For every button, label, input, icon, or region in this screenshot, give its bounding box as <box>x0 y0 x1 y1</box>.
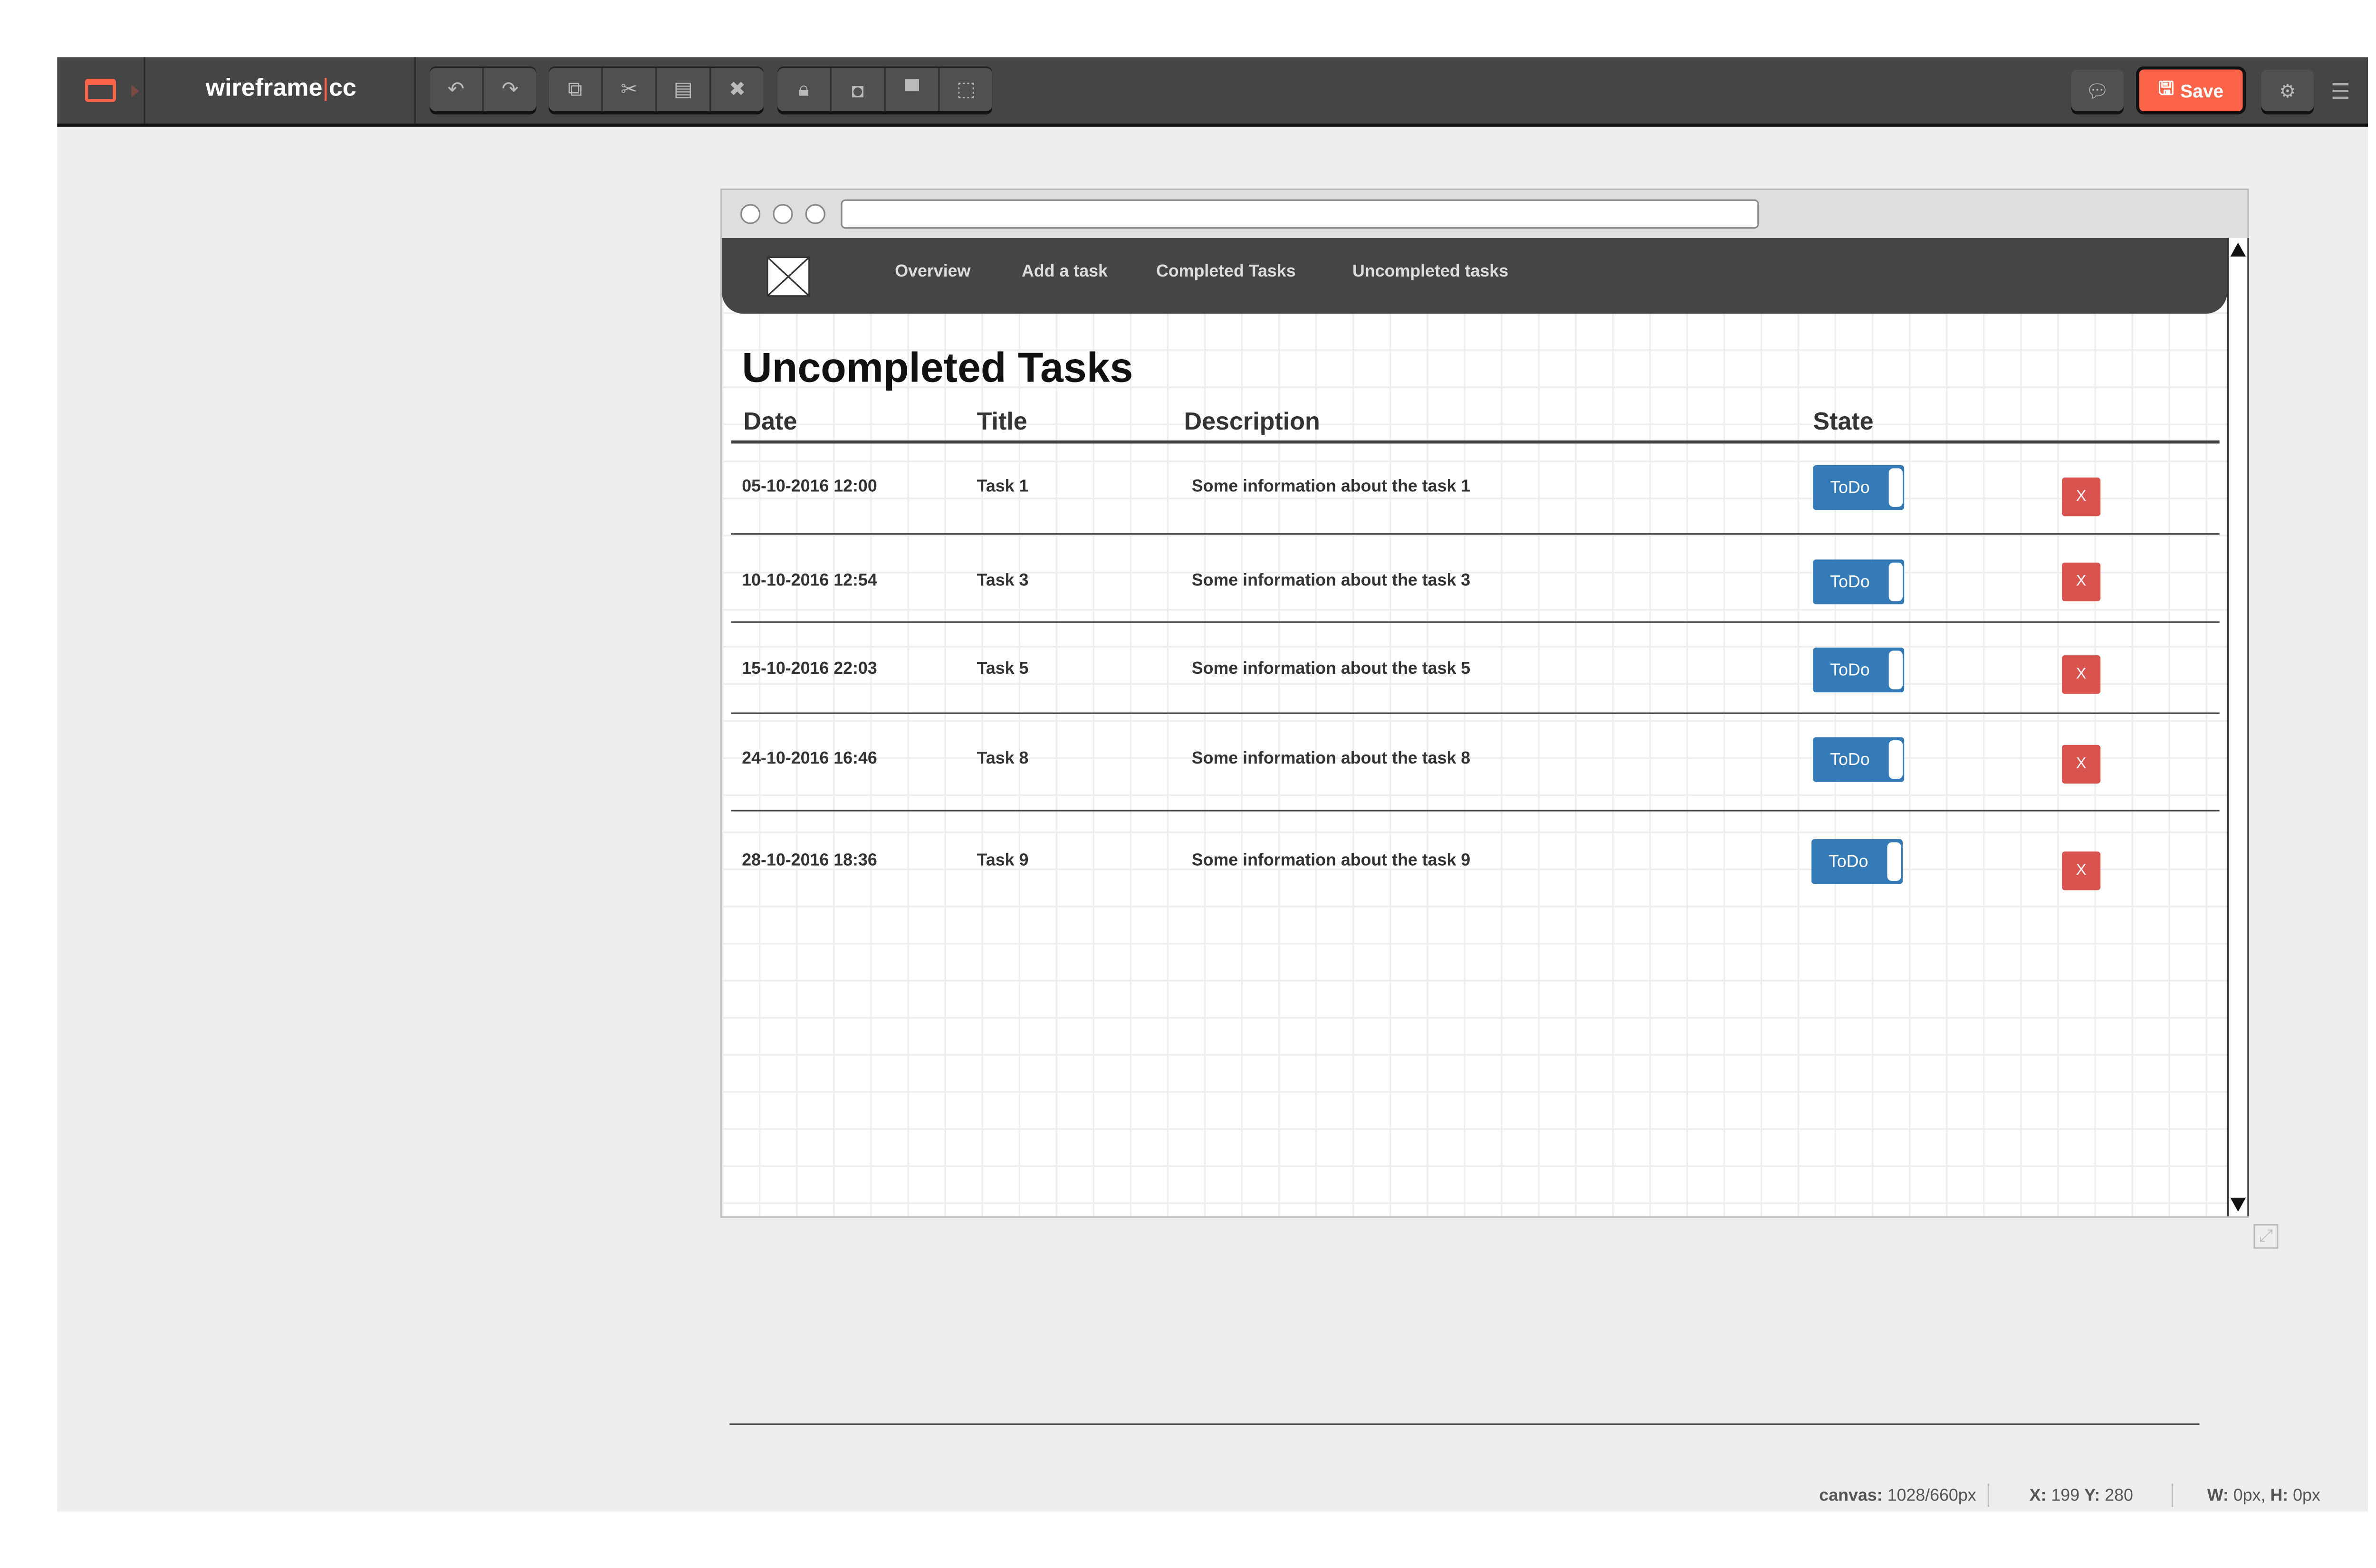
state-toggle-button[interactable]: ToDo <box>1813 737 1905 782</box>
row-divider <box>731 533 2220 535</box>
delete-task-button[interactable]: X <box>2061 745 2101 784</box>
state-toggle-button[interactable]: ToDo <box>1813 647 1905 693</box>
column-header-description: Description <box>1184 409 1320 436</box>
settings-button[interactable]: ⚙ <box>2261 69 2314 112</box>
window-dot-icon <box>740 204 761 224</box>
nav-overview[interactable]: Overview <box>895 263 970 281</box>
scroll-up-icon[interactable] <box>2230 242 2246 257</box>
nav-add-task[interactable]: Add a task <box>1022 263 1108 281</box>
send-back-icon[interactable]: ▀ <box>886 68 940 112</box>
task-title: Task 9 <box>977 851 1029 870</box>
task-date: 24-10-2016 16:46 <box>742 749 877 768</box>
menu-icon[interactable]: ☰ <box>2331 79 2350 105</box>
state-toggle-button[interactable]: ToDo <box>1813 559 1905 604</box>
task-title: Task 3 <box>977 572 1029 591</box>
top-toolbar: wireframe|cc ↶ ↷ ⧉ ✂ ▤ ✖ 🔒︎ ◘ ▀ ⬚ ☰ <box>57 57 2368 127</box>
task-title: Task 8 <box>977 749 1029 768</box>
task-title: Task 5 <box>977 660 1029 679</box>
redo-icon[interactable]: ↷ <box>484 68 537 111</box>
delete-task-button[interactable]: X <box>2061 851 2101 890</box>
wireframe-navbar: Overview Add a task Completed Tasks Unco… <box>721 238 2227 314</box>
page-title: Uncompleted Tasks <box>742 344 1133 391</box>
task-description: Some information about the task 9 <box>1191 851 1471 870</box>
wireframe-canvas[interactable]: Overview Add a task Completed Tasks Unco… <box>721 238 2227 1216</box>
task-description: Some information about the task 8 <box>1191 749 1471 768</box>
scrollbar[interactable] <box>2227 238 2249 1216</box>
delete-task-button[interactable]: X <box>2061 655 2101 694</box>
status-canvas: canvas: 1028/660px <box>1819 1487 1976 1506</box>
scroll-down-icon[interactable] <box>2230 1197 2246 1212</box>
arrange-group: 🔒︎ ◘ ▀ ⬚ <box>777 68 993 112</box>
task-date: 28-10-2016 18:36 <box>742 851 877 870</box>
status-divider <box>1987 1483 1990 1507</box>
image-placeholder-icon <box>766 256 810 297</box>
save-label: Save <box>2180 79 2224 102</box>
app-logo-icon[interactable] <box>85 78 116 102</box>
history-group: ↶ ↷ <box>430 68 537 112</box>
column-header-state: State <box>1813 409 1874 436</box>
comment-button[interactable]: 💬︎ <box>2071 69 2124 112</box>
brand-suffix: cc <box>328 76 356 102</box>
brand-main: wireframe <box>205 76 323 102</box>
state-toggle-button[interactable]: ToDo <box>1813 465 1905 510</box>
browser-titlebar <box>721 190 2248 238</box>
delete-task-button[interactable]: X <box>2061 478 2101 516</box>
status-coords: X: 199 Y: 280 <box>2029 1487 2133 1506</box>
delete-icon[interactable]: ✖ <box>711 68 764 111</box>
lock-icon[interactable]: 🔒︎ <box>777 68 832 112</box>
state-toggle-button[interactable]: ToDo <box>1811 839 1903 884</box>
row-divider <box>731 621 2220 623</box>
paste-icon[interactable]: ▤ <box>657 68 711 112</box>
bring-front-icon[interactable]: ◘ <box>832 68 886 112</box>
comment-icon: 💬︎ <box>2085 79 2109 102</box>
task-description: Some information about the task 1 <box>1191 478 1471 497</box>
header-divider <box>731 440 2220 444</box>
undo-icon[interactable]: ↶ <box>430 68 484 112</box>
row-divider <box>731 712 2220 714</box>
task-date: 15-10-2016 22:03 <box>742 660 877 679</box>
browser-frame: Overview Add a task Completed Tasks Unco… <box>720 188 2249 1218</box>
url-bar[interactable] <box>841 199 1759 229</box>
logo-caret-icon <box>131 85 139 97</box>
column-header-title: Title <box>977 409 1027 436</box>
group-icon[interactable]: ⬚ <box>940 68 993 111</box>
brand-wordmark: wireframe|cc <box>205 76 356 102</box>
status-divider <box>2171 1483 2174 1507</box>
window-dot-icon <box>805 204 825 224</box>
task-date: 05-10-2016 12:00 <box>742 478 877 497</box>
resize-icon[interactable]: ⤢ <box>2253 1224 2279 1249</box>
task-description: Some information about the task 5 <box>1191 660 1471 679</box>
canvas-bottom-line <box>729 1423 2200 1425</box>
status-size: W: 0px, H: 0px <box>2207 1487 2320 1506</box>
gears-icon: ⚙ <box>2279 79 2296 102</box>
save-button[interactable]: 🖫 Save <box>2139 69 2243 112</box>
clipboard-group: ⧉ ✂ ▤ ✖ <box>548 68 764 112</box>
row-divider <box>731 810 2220 812</box>
task-date: 10-10-2016 12:54 <box>742 572 877 591</box>
copy-icon[interactable]: ⧉ <box>549 68 603 112</box>
cut-icon[interactable]: ✂ <box>603 68 657 112</box>
window-dot-icon <box>773 204 793 224</box>
nav-completed-tasks[interactable]: Completed Tasks <box>1156 263 1296 281</box>
nav-uncompleted-tasks[interactable]: Uncompleted tasks <box>1352 263 1508 281</box>
delete-task-button[interactable]: X <box>2061 562 2101 602</box>
floppy-icon: 🖫 <box>2158 77 2175 99</box>
task-description: Some information about the task 3 <box>1191 572 1471 591</box>
column-header-date: Date <box>743 409 797 436</box>
task-title: Task 1 <box>977 478 1029 497</box>
